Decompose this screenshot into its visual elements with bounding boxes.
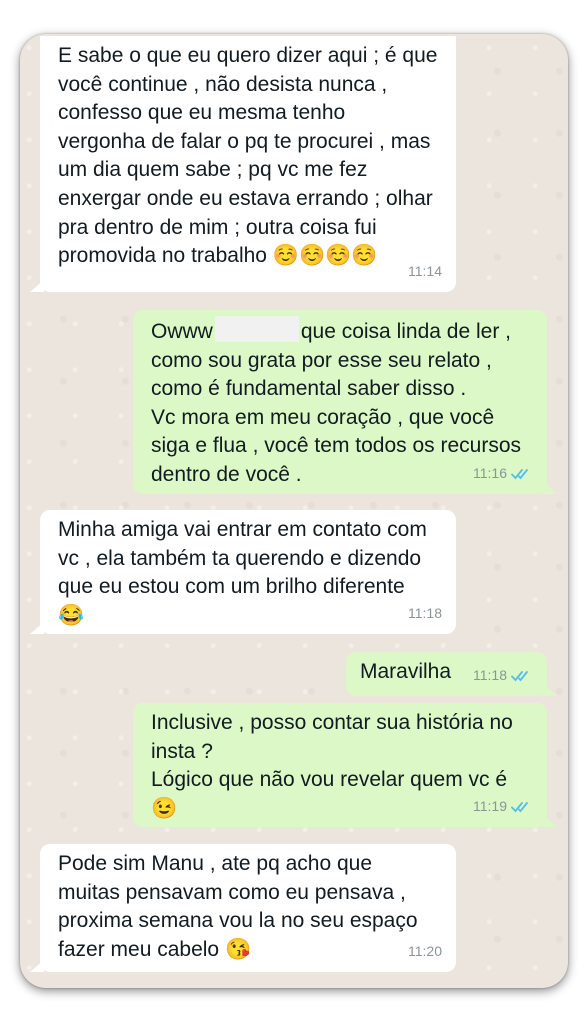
message-text: que coisa linda de ler , como sou grata … (151, 320, 522, 486)
message-text: Minha amiga vai entrar em contato com vc… (58, 518, 427, 599)
message-text: E sabe o que eu quero dizer aqui ; é que… (58, 44, 438, 268)
double-check-icon (511, 468, 528, 480)
double-check-icon (511, 670, 528, 682)
message-incoming[interactable]: Pode sim Manu , ate pq acho que muitas p… (30, 844, 456, 972)
double-check-icon (511, 801, 528, 813)
message-text: Inclusive , posso contar sua história no… (151, 711, 513, 792)
message-text-start: Owww (151, 320, 213, 343)
message-outgoing[interactable]: Inclusive , posso contar sua história no… (133, 703, 557, 827)
message-time: 11:16 (473, 465, 507, 482)
emoji-kiss: 😘 (224, 937, 252, 961)
message-outgoing[interactable]: Owww que coisa linda de ler , como sou gr… (133, 310, 557, 494)
message-incoming[interactable]: Minha amiga vai entrar em contato com vc… (30, 510, 456, 634)
message-time: 11:18 (473, 667, 507, 684)
message-time: 11:14 (408, 263, 442, 280)
message-time: 11:20 (408, 943, 442, 960)
chat-screenshot: E sabe o que eu quero dizer aqui ; é que… (20, 34, 568, 988)
emoji-laughing: 😂 (58, 603, 85, 627)
message-incoming[interactable]: E sabe o que eu quero dizer aqui ; é que… (30, 36, 456, 292)
message-time: 11:19 (473, 798, 507, 815)
redacted-name (214, 316, 299, 342)
message-outgoing[interactable]: Maravilha 11:18 (346, 652, 557, 696)
emoji-relieved: ☺️☺️☺️☺️ (272, 244, 378, 268)
message-text: Maravilha (360, 660, 452, 683)
message-time: 11:18 (408, 605, 442, 622)
